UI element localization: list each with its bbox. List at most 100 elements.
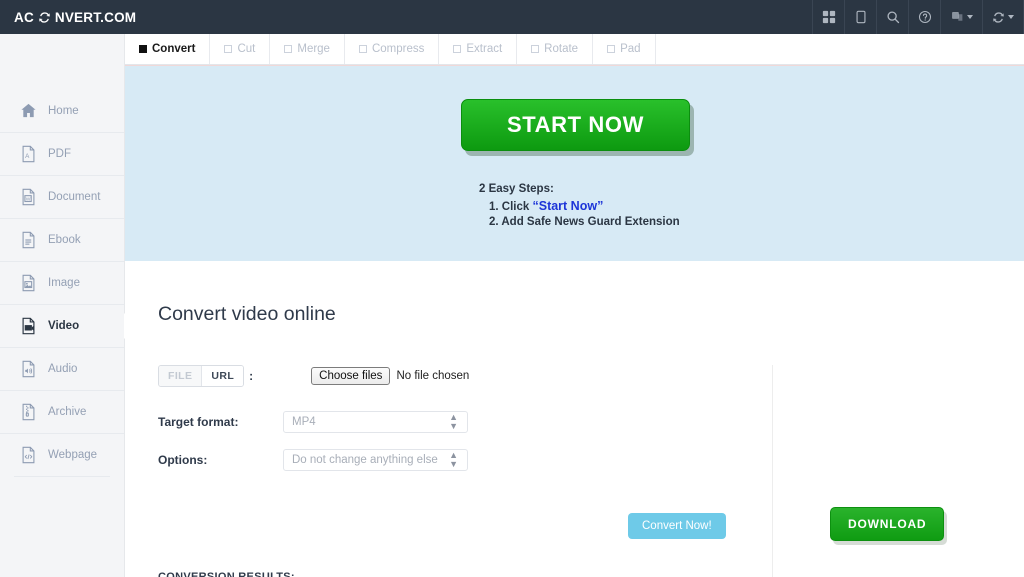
source-colon: : <box>249 369 254 383</box>
sidebar-item-label: Home <box>48 104 79 117</box>
tabs-filler <box>656 34 1024 64</box>
sidebar-item-archive[interactable]: Archive <box>0 390 124 433</box>
svg-text:A: A <box>25 153 30 160</box>
archive-file-icon <box>20 403 37 421</box>
steps-title: 2 Easy Steps: <box>479 183 554 195</box>
options-select[interactable]: Do not change anything else ▲ ▼ <box>283 449 468 471</box>
checkbox-icon <box>531 45 540 53</box>
checkbox-icon <box>358 45 367 53</box>
site-logo[interactable]: AC NVERT.COM <box>0 0 136 34</box>
sync-dropdown-icon[interactable] <box>982 0 1024 34</box>
sidebar-item-label: Webpage <box>48 449 98 461</box>
tool-tabs: Convert Cut Merge Compress Extract Rotat… <box>125 34 1024 65</box>
tab-label: Compress <box>371 43 425 55</box>
sidebar-item-label: Ebook <box>48 234 81 246</box>
vertical-divider <box>772 365 773 577</box>
svg-text:W: W <box>26 196 31 202</box>
sidebar-item-label: Audio <box>48 363 78 375</box>
options-label: Options: <box>158 453 208 467</box>
step-1: 1. Click “Start Now” <box>479 198 680 216</box>
sidebar-item-label: PDF <box>48 148 71 160</box>
tab-pad[interactable]: Pad <box>593 34 656 64</box>
step-1-highlight: “Start Now” <box>532 198 604 213</box>
sidebar-item-label: Archive <box>48 406 87 418</box>
step-1-prefix: 1. Click <box>489 200 530 213</box>
promo-banner: START NOW 2 Easy Steps: 1. Click “Start … <box>125 65 1024 261</box>
video-file-icon <box>20 317 37 335</box>
target-format-select[interactable]: MP4 ▲ ▼ <box>283 411 468 433</box>
sidebar-item-home[interactable]: Home <box>0 89 124 132</box>
word-file-icon: W <box>20 188 37 206</box>
sidebar-divider <box>14 476 110 477</box>
app-window: AC NVERT.COM Convert Cut Merge Compress … <box>0 0 1024 577</box>
sidebar-item-video[interactable]: Video <box>0 304 137 347</box>
tab-label: Pad <box>620 43 641 55</box>
source-row: FILE URL : Choose files No file chosen <box>158 365 469 387</box>
promo-steps: 2 Easy Steps: 1. Click “Start Now” 2. Ad… <box>479 182 680 231</box>
sidebar-item-image[interactable]: Image <box>0 261 124 304</box>
choose-files-button[interactable]: Choose files <box>311 367 391 385</box>
ebook-file-icon <box>20 231 37 249</box>
stepper-arrows-icon: ▲ ▼ <box>449 450 458 469</box>
checkbox-icon <box>453 45 462 53</box>
tab-label: Cut <box>237 43 256 55</box>
chevron-down-icon <box>1008 15 1014 19</box>
help-icon[interactable] <box>908 0 940 34</box>
tab-label: Rotate <box>544 43 579 55</box>
header-spacer <box>136 0 812 34</box>
grid-icon[interactable] <box>812 0 844 34</box>
start-now-button[interactable]: START NOW <box>461 99 690 151</box>
checkbox-icon <box>139 45 147 53</box>
tab-label: Merge <box>297 43 330 55</box>
audio-file-icon <box>20 360 37 378</box>
image-file-icon <box>20 274 37 292</box>
search-icon[interactable] <box>876 0 908 34</box>
chevron-down-icon <box>966 15 973 19</box>
target-format-label: Target format: <box>158 415 239 429</box>
sidebar-item-audio[interactable]: Audio <box>0 347 124 390</box>
sidebar-item-document[interactable]: W Document <box>0 175 124 218</box>
tablet-icon[interactable] <box>844 0 876 34</box>
source-tab-url[interactable]: URL <box>202 366 244 386</box>
tab-convert[interactable]: Convert <box>125 34 211 64</box>
tab-label: Extract <box>466 43 503 55</box>
source-type-toggle[interactable]: FILE URL <box>158 365 245 387</box>
convert-now-button[interactable]: Convert Now! <box>628 513 726 539</box>
sidebar-item-ebook[interactable]: Ebook <box>0 218 124 261</box>
checkbox-icon <box>224 45 233 53</box>
file-input[interactable]: Choose files No file chosen <box>311 367 469 385</box>
page-title: Convert video online <box>158 303 336 325</box>
options-row: Options: Do not change anything else ▲ ▼ <box>158 449 468 471</box>
sidebar-item-label: Video <box>48 320 80 332</box>
file-status-text: No file chosen <box>396 370 470 382</box>
stepper-arrows-icon: ▲ ▼ <box>449 412 458 431</box>
webpage-file-icon <box>20 446 37 464</box>
conversion-results-label: CONVERSION RESULTS: <box>158 571 295 577</box>
tab-merge[interactable]: Merge <box>270 34 345 64</box>
target-format-row: Target format: MP4 ▲ ▼ <box>158 411 468 433</box>
brand-prefix: AC <box>14 9 34 25</box>
sync-icon <box>38 11 51 24</box>
sidebar-item-label: Document <box>48 191 101 203</box>
main-content: Convert video online FILE URL : Choose f… <box>125 261 1024 577</box>
checkbox-icon <box>284 45 293 53</box>
header-nav <box>812 0 1024 34</box>
sidebar-item-pdf[interactable]: A PDF <box>0 132 124 175</box>
tab-rotate[interactable]: Rotate <box>517 34 594 64</box>
download-button[interactable]: DOWNLOAD <box>830 507 945 541</box>
sidebar: Home A PDF W Document Ebook Image Video … <box>0 34 137 577</box>
home-icon <box>20 102 37 120</box>
tab-cut[interactable]: Cut <box>210 34 271 64</box>
top-header-bar: AC NVERT.COM <box>0 0 1024 34</box>
source-tab-file[interactable]: FILE <box>159 366 203 386</box>
language-flag-icon[interactable] <box>940 0 982 34</box>
step-2: 2. Add Safe News Guard Extension <box>489 216 680 229</box>
target-format-value: MP4 <box>292 416 316 428</box>
tab-extract[interactable]: Extract <box>439 34 518 64</box>
brand-suffix: NVERT.COM <box>54 9 137 25</box>
pdf-file-icon: A <box>20 145 37 163</box>
sidebar-item-webpage[interactable]: Webpage <box>0 433 124 476</box>
tab-label: Convert <box>152 43 196 55</box>
tab-compress[interactable]: Compress <box>345 34 440 64</box>
sidebar-item-label: Image <box>48 277 80 289</box>
